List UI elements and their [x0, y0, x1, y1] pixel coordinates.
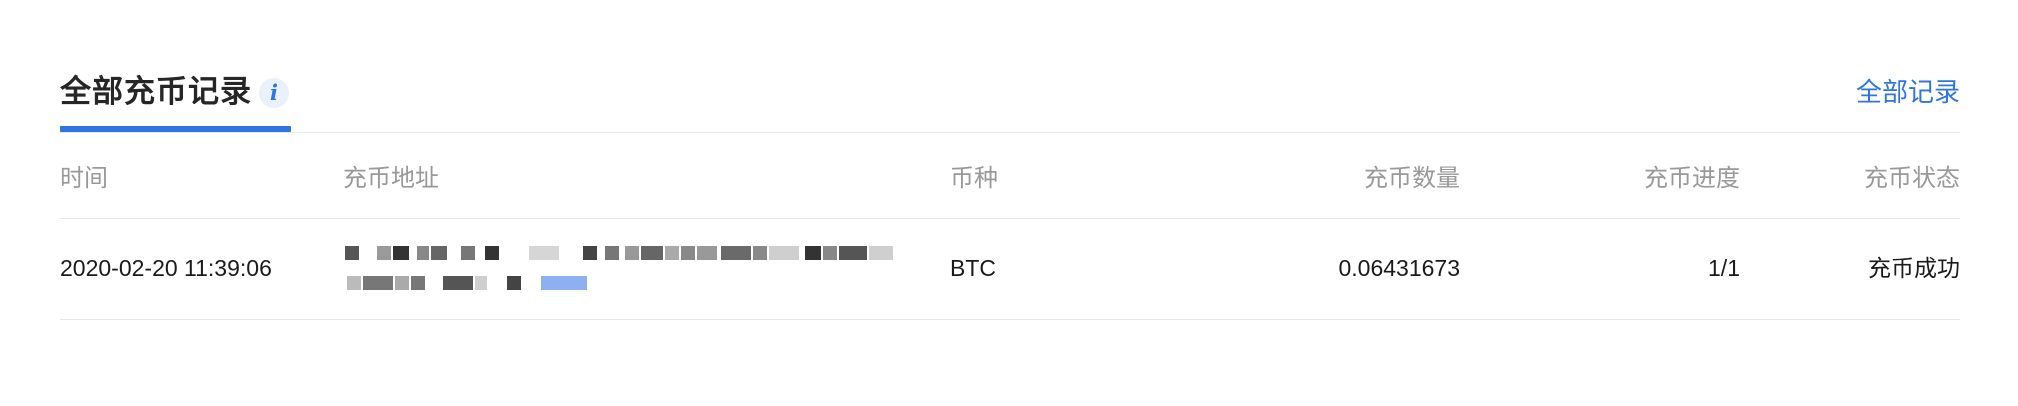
- cell-amount: 0.06431673: [1338, 255, 1460, 281]
- cell-time: 2020-02-20 11:39:06: [60, 255, 272, 281]
- all-records-link[interactable]: 全部记录: [1856, 74, 1960, 110]
- info-icon[interactable]: i: [259, 78, 289, 108]
- deposit-records-panel: 全部充币记录 i 全部记录 时间 充币地址 币种 充币数量 充币进度 充币状态 …: [60, 0, 1960, 406]
- page-title: 全部充币记录: [60, 74, 252, 109]
- column-header-progress: 充币进度: [1644, 165, 1740, 192]
- cell-progress: 1/1: [1708, 255, 1740, 281]
- column-header-coin: 币种: [950, 165, 998, 192]
- panel-header: 全部充币记录 i 全部记录: [60, 70, 1960, 133]
- cell-status: 充币成功: [1868, 255, 1960, 281]
- deposit-records-table: 时间 充币地址 币种 充币数量 充币进度 充币状态 2020-02-20 11:…: [60, 152, 1960, 320]
- cell-coin: BTC: [950, 255, 996, 281]
- column-header-amount: 充币数量: [1364, 165, 1460, 192]
- active-tab-indicator: [60, 126, 291, 132]
- column-header-time: 时间: [60, 165, 108, 192]
- table-row: 2020-02-20 11:39:06 BTC 0.06431673 1/1 充…: [60, 219, 1960, 320]
- cell-address-redacted: [345, 241, 925, 303]
- tab-all-deposit-records[interactable]: 全部充币记录 i: [60, 70, 291, 132]
- column-header-status: 充币状态: [1864, 165, 1960, 192]
- column-header-address: 充币地址: [343, 165, 439, 192]
- table-header-row: 时间 充币地址 币种 充币数量 充币进度 充币状态: [60, 152, 1960, 219]
